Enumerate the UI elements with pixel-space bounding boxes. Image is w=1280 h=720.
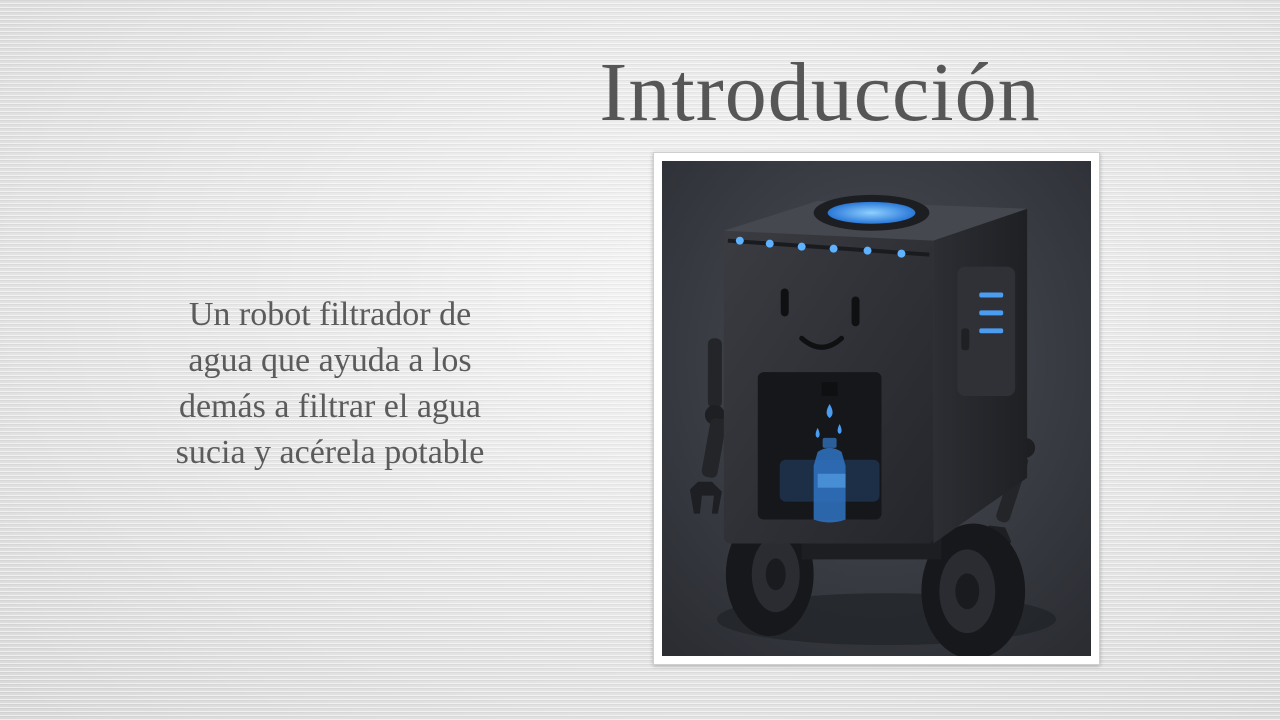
slide-title: Introducción (599, 46, 1041, 139)
top-water-glow (827, 201, 916, 224)
robot-image-frame (653, 152, 1100, 665)
body-line: demás a filtrar el agua (178, 388, 482, 425)
body-line: Un robot filtrador de (188, 296, 472, 333)
body-line: sucia y acérela potable (175, 434, 485, 471)
robot-illustration (662, 161, 1091, 656)
side-panel (957, 266, 1016, 397)
slide-body-text: Un robot filtrador de agua que ayuda a l… (120, 292, 540, 476)
slide: Introducción Un robot filtrador de agua … (0, 0, 1280, 720)
body-line: agua que ayuda a los (188, 342, 472, 379)
